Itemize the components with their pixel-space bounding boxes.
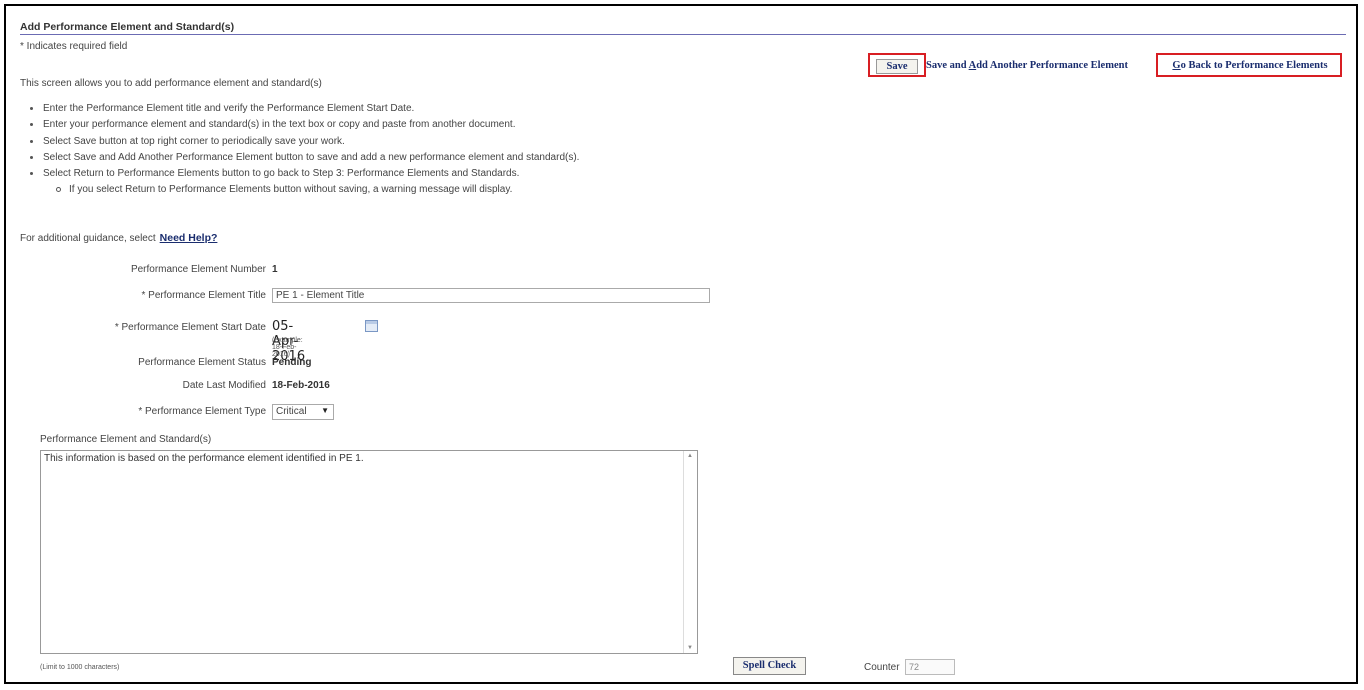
instruction-list: Enter the Performance Element title and … bbox=[30, 102, 579, 200]
start-date-label: * Performance Element Start Date bbox=[114, 322, 266, 333]
instruction-item: Enter the Performance Element title and … bbox=[30, 102, 579, 118]
instruction-item: Select Save button at top right corner t… bbox=[30, 135, 579, 151]
intro-text: This screen allows you to add performanc… bbox=[20, 78, 322, 89]
element-number-label: Performance Element Number bbox=[130, 264, 266, 275]
last-modified-value: 18-Feb-2016 bbox=[272, 380, 330, 391]
need-help-link[interactable]: Need Help? bbox=[160, 232, 218, 244]
element-type-select[interactable]: Critical ▼ bbox=[272, 404, 334, 420]
calendar-icon[interactable] bbox=[365, 320, 378, 332]
standards-label: Performance Element and Standard(s) bbox=[40, 434, 212, 445]
counter-field: 72 bbox=[905, 659, 955, 675]
start-date-example: (example: 18-Feb-2016) bbox=[272, 337, 303, 358]
scroll-down-icon[interactable]: ▼ bbox=[687, 645, 693, 651]
textarea-scrollbar[interactable]: ▲ ▼ bbox=[683, 451, 697, 653]
spell-check-button[interactable]: Spell Check bbox=[733, 657, 806, 675]
chevron-down-icon: ▼ bbox=[321, 406, 329, 415]
save-and-add-another-button[interactable]: Save and Add Another Performance Element bbox=[922, 59, 1132, 74]
status-label: Performance Element Status bbox=[138, 357, 266, 368]
page-title: Add Performance Element and Standard(s) bbox=[20, 21, 235, 33]
standards-textarea[interactable]: This information is based on the perform… bbox=[40, 450, 698, 654]
counter-label: Counter bbox=[864, 662, 900, 673]
element-type-selected: Critical bbox=[276, 406, 307, 417]
character-limit-note: (Limit to 1000 characters) bbox=[40, 664, 120, 671]
element-title-input[interactable] bbox=[272, 288, 710, 303]
save-add-suffix: dd Another Performance Element bbox=[976, 60, 1128, 71]
go-back-button[interactable]: Go Back to Performance Elements bbox=[1162, 59, 1338, 74]
scroll-up-icon[interactable]: ▲ bbox=[687, 453, 693, 459]
button-bar: Save Save and Add Another Performance El… bbox=[860, 53, 1342, 77]
save-button[interactable]: Save bbox=[876, 59, 918, 74]
element-number-value: 1 bbox=[272, 264, 278, 275]
standards-text: This information is based on the perform… bbox=[44, 453, 364, 464]
guidance-line: For additional guidance, select Need Help… bbox=[20, 232, 217, 244]
go-back-accesskey: G bbox=[1172, 60, 1181, 71]
status-value: Pending bbox=[272, 357, 312, 368]
instruction-subitem: If you select Return to Performance Elem… bbox=[30, 183, 579, 199]
element-type-label: * Performance Element Type bbox=[138, 406, 266, 417]
save-add-prefix: Save and bbox=[926, 60, 969, 71]
instruction-item: Select Save and Add Another Performance … bbox=[30, 151, 579, 167]
guidance-text: For additional guidance, select bbox=[20, 233, 156, 244]
title-divider bbox=[20, 34, 1346, 35]
last-modified-label: Date Last Modified bbox=[182, 380, 266, 391]
page-frame: Add Performance Element and Standard(s) … bbox=[4, 4, 1358, 684]
element-title-label: * Performance Element Title bbox=[141, 290, 267, 301]
go-back-suffix: o Back to Performance Elements bbox=[1180, 60, 1328, 71]
required-field-note: * Indicates required field bbox=[20, 41, 128, 52]
instruction-item: Select Return to Performance Elements bu… bbox=[30, 167, 579, 183]
instruction-item: Enter your performance element and stand… bbox=[30, 118, 579, 134]
